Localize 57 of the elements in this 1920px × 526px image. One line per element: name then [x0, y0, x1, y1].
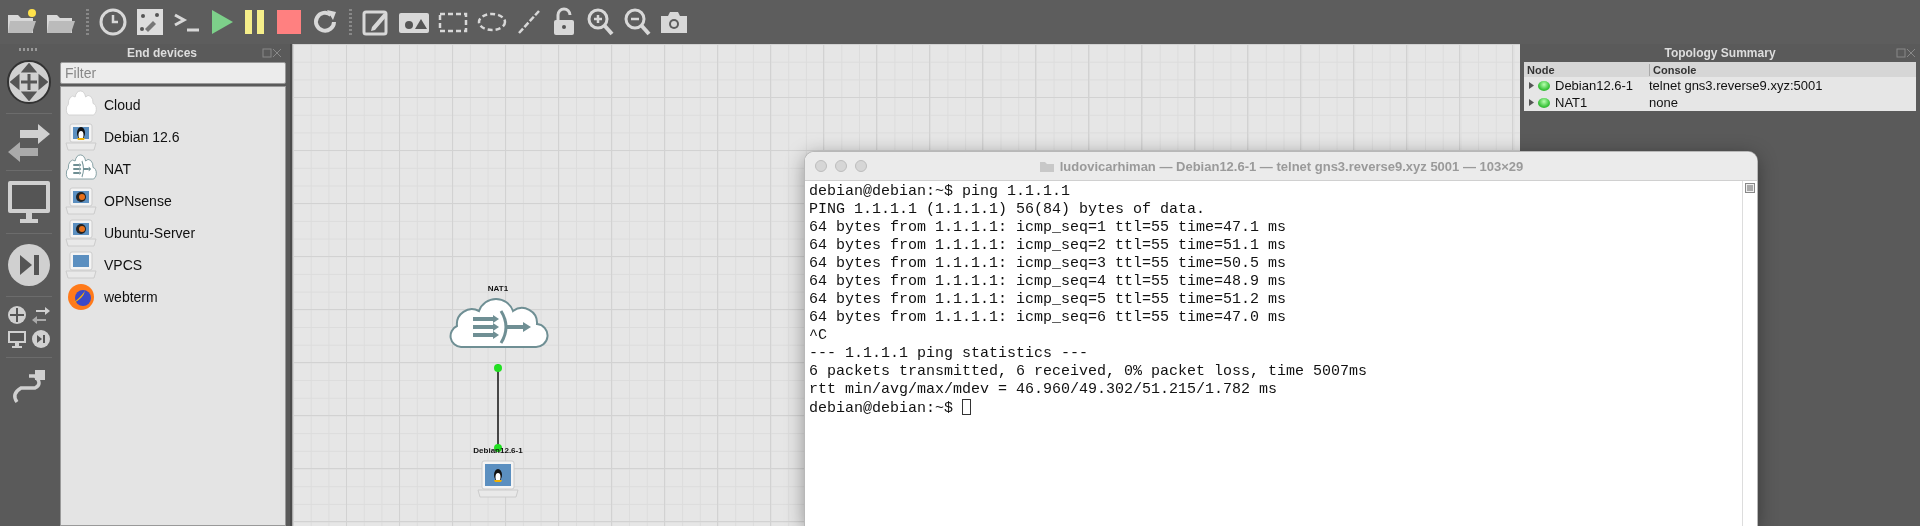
device-item[interactable]: webterm	[104, 289, 158, 305]
linux-laptop-icon[interactable]	[476, 459, 520, 499]
folder-icon	[1038, 159, 1055, 173]
clock-icon[interactable]	[98, 7, 128, 37]
window-title: ludovicarhiman — Debian12.6-1 — telnet gns3.reverse9.xyz 5001 — 103×29	[1059, 158, 1524, 174]
expand-arrow-icon[interactable]	[1527, 82, 1535, 89]
router-icon[interactable]	[6, 59, 52, 105]
laptop-icon	[64, 186, 98, 216]
terminal-line: --- 1.1.1.1 ping statistics ---	[809, 345, 1090, 363]
play-pause-small-icon[interactable]	[31, 329, 51, 349]
text-pen-icon[interactable]	[135, 7, 165, 37]
node-name[interactable]: NAT1	[1555, 95, 1649, 110]
play-icon[interactable]	[209, 7, 235, 37]
console-cell: telnet gns3.reverse9.xyz:5001	[1649, 78, 1823, 93]
router-small-icon[interactable]	[7, 305, 27, 325]
zoom-out-icon[interactable]	[622, 7, 652, 37]
node-name[interactable]: Debian12.6-1	[1555, 78, 1649, 93]
terminal-line: 64 bytes from 1.1.1.1: icmp_seq=6 ttl=55 time=47.0 ms	[809, 309, 1288, 327]
vpcs-laptop-icon	[64, 250, 98, 280]
terminal-line: 64 bytes from 1.1.1.1: icmp_seq=2 ttl=55 time=51.1 ms	[809, 237, 1288, 255]
terminal-line: 64 bytes from 1.1.1.1: icmp_seq=3 ttl=55 time=50.5 ms	[809, 255, 1288, 273]
monitor-small-icon[interactable]	[7, 329, 27, 349]
device-item[interactable]: NAT	[104, 161, 131, 177]
play-pause-icon[interactable]	[6, 242, 52, 288]
device-item[interactable]: OPNsense	[104, 193, 172, 209]
terminal-line: rtt min/avg/max/mdev = 46.960/49.302/51.215/1.782 ms	[809, 381, 1279, 399]
linux-laptop-icon	[64, 122, 98, 152]
switch-arrows-icon[interactable]	[6, 122, 52, 162]
device-item[interactable]: VPCS	[104, 257, 143, 273]
console-cell: none	[1649, 95, 1678, 110]
terminal-line: 6 packets transmitted, 6 received, 0% packet loss, time 5007ms	[809, 363, 1369, 381]
terminal-line: 64 bytes from 1.1.1.1: icmp_seq=1 ttl=55 time=47.1 ms	[809, 219, 1288, 237]
status-dot-icon	[1538, 80, 1550, 91]
column-header[interactable]: Console	[1650, 63, 1697, 76]
terminal-line: 64 bytes from 1.1.1.1: icmp_seq=5 ttl=55 time=51.2 ms	[809, 291, 1288, 309]
panel-title: End devices	[126, 46, 198, 60]
laptop-icon	[64, 218, 98, 248]
device-item[interactable]: Cloud	[104, 97, 141, 113]
zoom-in-icon[interactable]	[585, 7, 615, 37]
device-item[interactable]: Ubuntu-Server	[104, 225, 196, 241]
filter-field[interactable]: Filter	[60, 62, 286, 84]
device-item[interactable]: Debian 12.6	[104, 129, 180, 145]
terminal-line: debian@debian:~$ ping 1.1.1.1	[809, 183, 1072, 201]
terminal-line: debian@debian:~$	[809, 399, 1738, 418]
expand-arrow-icon[interactable]	[1527, 99, 1535, 106]
terminal-line: 64 bytes from 1.1.1.1: icmp_seq=4 ttl=55 time=48.9 ms	[809, 273, 1288, 291]
node-label: Debian12.6-1	[473, 446, 523, 455]
column-header[interactable]: Node	[1524, 63, 1650, 76]
terminal-line: ^C	[809, 327, 828, 345]
node-label: NAT1	[487, 284, 509, 293]
panel-title: Topology Summary	[1663, 46, 1777, 60]
switch-small-icon[interactable]	[31, 305, 51, 325]
terminal-line: PING 1.1.1.1 (1.1.1.1) 56(84) bytes of data.	[809, 201, 1207, 219]
status-dot-icon	[1538, 97, 1550, 108]
scroll-menu-icon[interactable]	[1745, 183, 1755, 193]
monitor-icon[interactable]	[6, 179, 52, 225]
stop-icon[interactable]	[275, 7, 303, 37]
